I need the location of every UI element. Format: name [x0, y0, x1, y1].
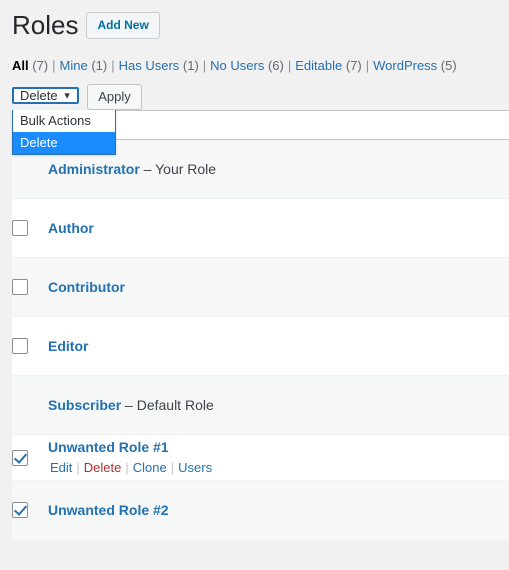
role-name-link[interactable]: Subscriber	[48, 397, 121, 413]
table-row: Unwanted Role #1 Edit | Delete | Clone | Users	[12, 434, 509, 481]
dropdown-option-delete[interactable]: Delete	[13, 132, 115, 154]
table-row: Editor	[12, 316, 509, 376]
filter-count: (6)	[264, 58, 284, 73]
role-name-link[interactable]: Editor	[48, 338, 88, 354]
role-name-suffix: – Your Role	[139, 161, 217, 177]
row-checkbox-cell	[12, 480, 48, 540]
bulk-action-select[interactable]: Delete ▼	[12, 87, 79, 104]
row-checkbox[interactable]	[12, 449, 28, 466]
filter-separator: |	[111, 58, 115, 73]
filter-link-wordpress[interactable]: WordPress	[373, 58, 437, 73]
row-action-users[interactable]: Users	[178, 460, 212, 475]
row-checkbox-cell	[12, 434, 48, 481]
row-checkbox[interactable]	[12, 502, 28, 519]
filter-link-has-users[interactable]: Has Users	[119, 58, 180, 73]
bulk-action-select-wrapper: Delete ▼ Bulk Actions Delete	[12, 84, 116, 155]
role-name-link[interactable]: Author	[48, 220, 94, 236]
table-row: Unwanted Role #2	[12, 480, 509, 540]
roles-table-wrapper: Role Administrator – Your Role Author Cont…	[12, 110, 509, 540]
filter-link-mine[interactable]: Mine	[60, 58, 88, 73]
row-checkbox-cell	[12, 198, 48, 258]
page-title: Roles	[12, 9, 79, 40]
role-name-suffix: – Default Role	[121, 397, 214, 413]
role-name-link[interactable]: Unwanted Role #2	[48, 502, 169, 518]
filter-links: All (7) | Mine (1) | Has Users (1) | No Users …	[0, 42, 509, 76]
filter-count: (5)	[437, 58, 457, 73]
page-header: Roles Add New	[0, 0, 509, 42]
role-name-cell: Unwanted Role #1 Edit | Delete | Clone | Users	[48, 434, 509, 481]
row-action-clone[interactable]: Clone	[133, 460, 167, 475]
filter-separator: |	[365, 58, 370, 73]
table-row: Author	[12, 198, 509, 258]
row-actions: Edit | Delete | Clone | Users	[48, 459, 509, 477]
row-action-separator: |	[125, 459, 129, 475]
filter-separator: |	[287, 58, 292, 73]
row-checkbox[interactable]	[12, 338, 28, 354]
filter-count: (7)	[342, 58, 362, 73]
row-checkbox-cell	[12, 375, 48, 435]
row-checkbox-cell	[12, 257, 48, 317]
filter-count: (1)	[179, 58, 199, 73]
row-action-delete[interactable]: Delete	[84, 460, 122, 475]
filter-separator: |	[52, 58, 56, 73]
role-name-cell: Editor	[48, 316, 509, 376]
chevron-down-icon: ▼	[62, 90, 72, 100]
row-action-separator: |	[170, 459, 175, 475]
bulk-action-selected-value: Delete	[20, 88, 58, 103]
filter-count: (7)	[28, 58, 49, 73]
role-name-cell: Author	[48, 198, 509, 258]
filter-link-all[interactable]: All	[12, 58, 29, 73]
row-checkbox[interactable]	[12, 279, 28, 295]
table-body: Administrator – Your Role Author Contribut…	[12, 139, 509, 540]
role-name-link[interactable]: Administrator	[48, 161, 140, 177]
filter-count: (1)	[87, 58, 108, 73]
row-action-separator: |	[76, 459, 80, 475]
role-name-link[interactable]: Contributor	[48, 279, 125, 295]
apply-button[interactable]: Apply	[87, 84, 142, 110]
bulk-action-dropdown-list[interactable]: Bulk Actions Delete	[12, 110, 116, 155]
filter-link-editable[interactable]: Editable	[295, 58, 342, 73]
role-name-link[interactable]: Unwanted Role #1	[48, 439, 169, 455]
role-name-cell: Subscriber – Default Role	[48, 375, 509, 435]
row-checkbox-cell	[12, 316, 48, 376]
role-name-cell: Unwanted Role #2	[48, 480, 509, 540]
role-name-cell: Contributor	[48, 257, 509, 317]
add-new-button[interactable]: Add New	[86, 12, 160, 39]
filter-separator: |	[202, 58, 207, 73]
table-row: Contributor	[12, 257, 509, 317]
dropdown-option-bulk-actions[interactable]: Bulk Actions	[13, 110, 115, 132]
bulk-actions-toolbar: Delete ▼ Bulk Actions Delete Apply	[0, 76, 509, 155]
table-row: Subscriber – Default Role	[12, 375, 509, 435]
filter-link-no-users[interactable]: No Users	[210, 58, 264, 73]
row-checkbox[interactable]	[12, 220, 28, 236]
row-action-edit[interactable]: Edit	[50, 460, 72, 475]
role-name-cell: Administrator – Your Role	[48, 140, 509, 199]
column-header-name: Role	[48, 111, 509, 140]
roles-table: Role Administrator – Your Role Author Cont…	[12, 111, 509, 540]
